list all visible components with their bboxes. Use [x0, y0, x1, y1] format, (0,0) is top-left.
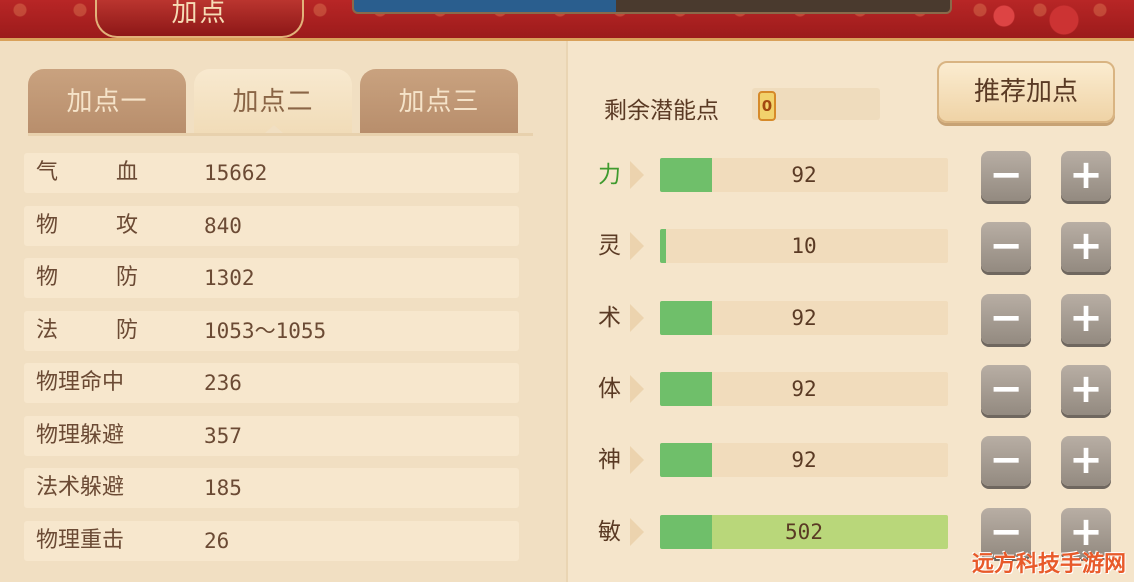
decrease-button[interactable]: − [981, 294, 1031, 344]
attr-name: 神 [598, 438, 644, 482]
stat-row-hp: 气 血 15662 [24, 153, 519, 193]
stat-label: 物理命中 [36, 370, 125, 395]
remaining-points-box: 0 [752, 88, 880, 121]
stat-list: 气 血 15662 物 攻 840 物 防 1302 法 防 1053～1055… [24, 153, 519, 573]
stat-value: 1053～1055 [204, 318, 327, 343]
tab-plan-3[interactable]: 加点三 [360, 69, 518, 133]
tab-plan-1[interactable]: 加点一 [28, 69, 186, 133]
stat-row-phys-crit: 物理重击 26 [24, 520, 519, 561]
remaining-points-value: 0 [758, 91, 776, 121]
stats-panel: 加点一 加点二 加点三 气 血 15662 物 攻 840 物 防 1302 法… [0, 41, 566, 582]
increase-button[interactable]: + [1061, 222, 1111, 272]
recommend-points-button[interactable]: 推荐加点 [937, 61, 1115, 123]
increase-button[interactable]: + [1061, 294, 1111, 344]
attribute-panel: 剩余潜能点 0 推荐加点 力 92 − + 灵 10 − + 术 92 − + [566, 41, 1134, 582]
decrease-button[interactable]: − [981, 436, 1031, 486]
attr-value: 92 [791, 306, 817, 330]
stat-label: 气 [36, 160, 59, 185]
tab-label: 加点三 [398, 87, 480, 117]
stat-label: 物理躲避 [36, 422, 125, 448]
attr-name: 敏 [598, 510, 644, 554]
stat-value: 357 [204, 423, 242, 448]
stat-label: 物 [36, 212, 59, 238]
stat-row-phys-defense: 物 防 1302 [24, 258, 519, 298]
stat-value: 840 [204, 213, 242, 238]
stat-label-2: 攻 [116, 212, 139, 238]
attr-name: 体 [598, 367, 644, 411]
remaining-points-label: 剩余潜能点 [604, 98, 719, 124]
stat-row-magic-dodge: 法术躲避 185 [24, 468, 519, 508]
active-tab-notch [265, 125, 283, 133]
stat-value: 1302 [204, 266, 255, 290]
tab-label: 加点二 [232, 87, 314, 117]
watermark: 远方科技手游网 [971, 552, 1126, 577]
attr-bar: 92 [660, 158, 948, 192]
attr-value: 10 [791, 234, 817, 258]
stat-value: 185 [204, 476, 242, 500]
plan-tabs: 加点一 加点二 加点三 [28, 69, 533, 136]
increase-button[interactable]: + [1061, 151, 1111, 201]
increase-button[interactable]: + [1061, 436, 1111, 486]
tab-label: 加点一 [66, 87, 148, 117]
attr-bar: 502 [660, 515, 948, 549]
banner-decoration [944, 0, 1134, 38]
top-panel-edge [352, 0, 952, 14]
attr-name: 力 [598, 153, 644, 197]
decrease-button[interactable]: − [981, 222, 1031, 272]
attr-value: 92 [791, 448, 817, 472]
stat-label: 物理重击 [36, 527, 125, 553]
attr-name: 术 [598, 296, 644, 340]
decrease-button[interactable]: − [981, 365, 1031, 415]
stat-label: 物 [36, 265, 59, 290]
stat-label: 法 [36, 317, 59, 343]
stat-row-phys-hit: 物理命中 236 [24, 363, 519, 403]
stat-row-phys-dodge: 物理躲避 357 [24, 415, 519, 456]
attr-row-magic: 术 92 − + [568, 288, 1134, 348]
stat-label-2: 防 [116, 317, 139, 343]
attr-row-strength: 力 92 − + [568, 145, 1134, 205]
attr-row-mind: 神 92 − + [568, 430, 1134, 490]
attr-name: 灵 [598, 224, 644, 268]
stat-row-phys-attack: 物 攻 840 [24, 205, 519, 246]
attr-bar: 92 [660, 372, 948, 406]
attr-bar: 10 [660, 229, 948, 263]
stat-value: 236 [204, 371, 242, 395]
stat-value: 26 [204, 528, 230, 553]
decrease-button[interactable]: − [981, 151, 1031, 201]
stat-value: 15662 [204, 161, 268, 185]
attr-bar: 92 [660, 301, 948, 335]
stat-row-magic-defense: 法 防 1053～1055 [24, 310, 519, 351]
attr-row-constitution: 体 92 − + [568, 359, 1134, 419]
tab-plan-2[interactable]: 加点二 [194, 69, 352, 133]
attr-row-spirit: 灵 10 − + [568, 216, 1134, 276]
stat-label: 法术躲避 [36, 475, 125, 500]
attr-value: 92 [791, 377, 817, 401]
increase-button[interactable]: + [1061, 365, 1111, 415]
attr-value: 502 [785, 520, 823, 544]
stat-label-2: 血 [116, 160, 139, 185]
window-title: 加点 [95, 0, 304, 38]
attr-value: 92 [791, 163, 817, 187]
attr-bar: 92 [660, 443, 948, 477]
stat-label-2: 防 [116, 265, 139, 290]
